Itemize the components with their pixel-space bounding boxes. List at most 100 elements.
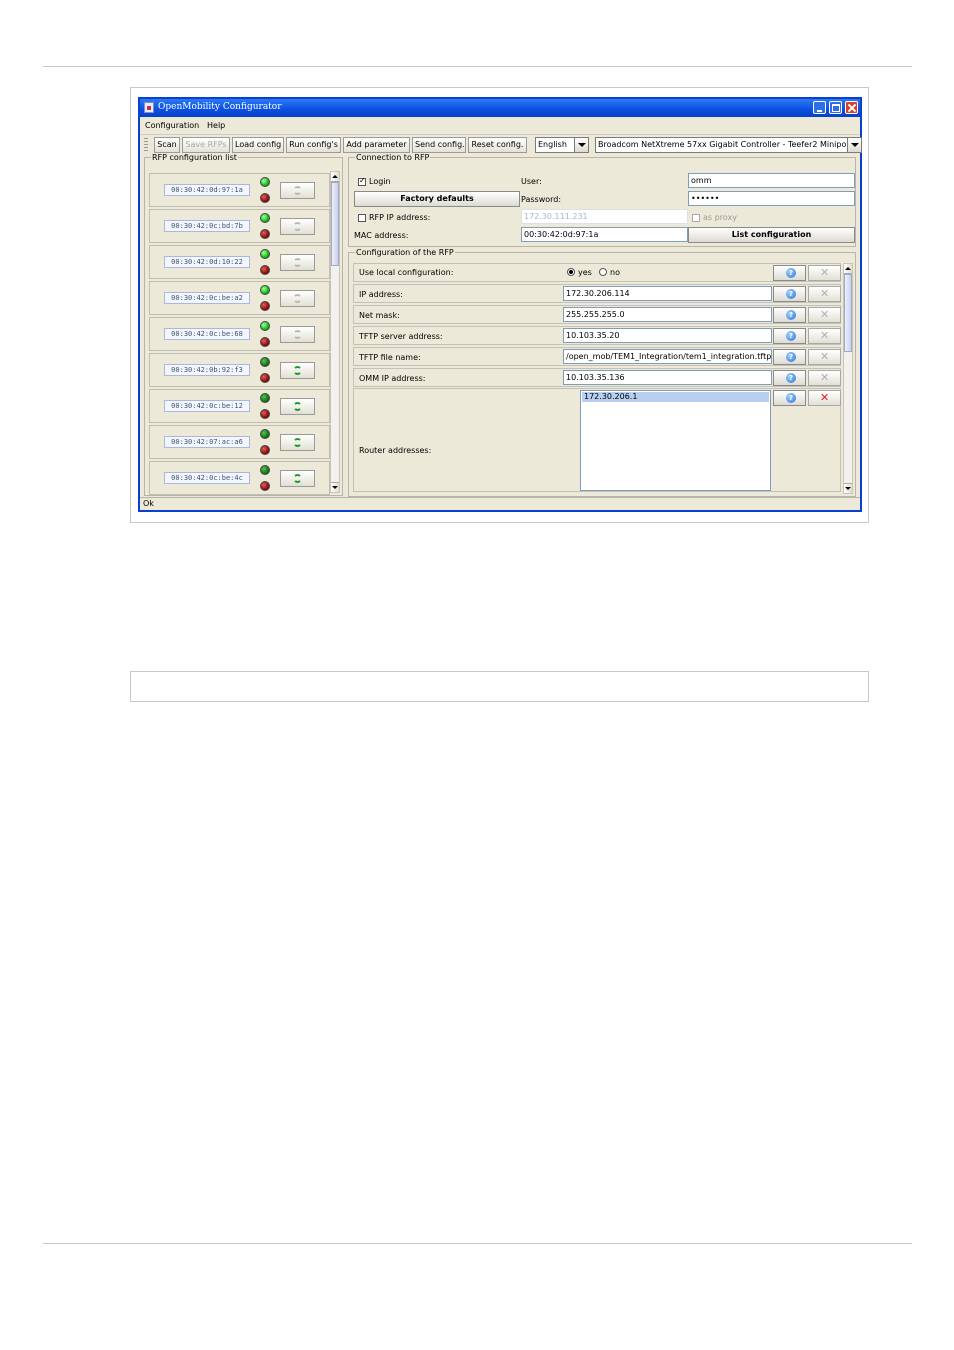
sync-button[interactable] [280,290,315,307]
chevron-down-icon[interactable] [574,138,588,152]
parameter-value-input[interactable]: /open_mob/TEM1_Integration/tem1_integrat… [563,349,772,364]
rfp-mac-address[interactable]: 00:30:42:0d:10:22 [164,256,250,268]
rfp-list-scrollbar[interactable] [330,171,340,493]
as-proxy-checkbox[interactable] [692,214,700,222]
password-label: Password: [521,195,562,204]
login-checkbox[interactable] [358,176,366,186]
scroll-thumb[interactable] [844,274,852,352]
rfp-configuration-panel: Configuration of the RFP Use local confi… [348,248,856,497]
reset-config-button[interactable]: Reset config. [468,137,527,153]
maximize-button[interactable] [829,101,842,114]
rfp-mac-address[interactable]: 00:30:42:07:ac:a6 [164,436,250,448]
help-button[interactable]: ? [773,286,806,302]
sync-button[interactable] [280,362,315,379]
rfp-list-item[interactable]: 00:30:42:0c:bd:7b [149,209,330,243]
scroll-thumb[interactable] [331,182,339,266]
language-select[interactable]: English [535,137,589,153]
help-button[interactable]: ? [773,390,806,406]
rfp-mac-address[interactable]: 00:30:42:0b:92:f3 [164,364,250,376]
rfp-ip-input[interactable]: 172.30.111.231 [521,209,688,224]
configuration-scrollbar[interactable] [843,263,853,494]
as-proxy-label: as proxy [703,213,737,222]
close-button[interactable] [845,101,858,114]
delete-x-icon: ✕ [820,308,830,321]
help-button[interactable]: ? [773,370,806,386]
scroll-up-arrow-icon[interactable] [844,264,852,274]
delete-x-icon: ✕ [820,329,830,342]
help-button[interactable]: ? [773,265,806,281]
menu-configuration[interactable]: Configuration [145,121,199,130]
rfp-list-item[interactable]: 00:30:42:0c:be:4c [149,461,330,495]
user-input[interactable]: omm [688,173,855,188]
minimize-button[interactable] [813,101,826,114]
sync-button[interactable] [280,254,315,271]
rfp-mac-address[interactable]: 00:30:42:0c:be:68 [164,328,250,340]
delete-button[interactable]: ✕ [808,265,841,281]
delete-button[interactable]: ✕ [808,328,841,344]
sync-button[interactable] [280,218,315,235]
chevron-down-icon[interactable] [847,138,861,152]
list-configuration-button[interactable]: List configuration [688,227,855,243]
rfp-mac-address[interactable]: 00:30:42:0c:bd:7b [164,220,250,232]
rfp-mac-address[interactable]: 00:30:42:0c:be:4c [164,472,250,484]
delete-button[interactable]: ✕ [808,349,841,365]
scroll-down-arrow-icon[interactable] [331,482,339,492]
sync-button[interactable] [280,398,315,415]
rfp-list-item[interactable]: 00:30:42:0d:97:1a [149,173,330,207]
rfp-list-item[interactable]: 00:30:42:07:ac:a6 [149,425,330,459]
scroll-down-arrow-icon[interactable] [844,483,852,493]
help-button[interactable]: ? [773,328,806,344]
network-interface-select[interactable]: Broadcom NetXtreme 57xx Gigabit Controll… [595,137,862,153]
help-icon: ? [786,310,796,320]
rfp-list-item[interactable]: 00:30:42:0b:92:f3 [149,353,330,387]
user-label: User: [521,177,542,186]
password-input[interactable]: •••••• [688,191,855,206]
rfp-list-item[interactable]: 00:30:42:0c:be:68 [149,317,330,351]
rfp-list-item[interactable]: 00:30:42:0d:10:22 [149,245,330,279]
help-button[interactable]: ? [773,307,806,323]
help-icon: ? [786,331,796,341]
status-led-icon [260,357,270,367]
refresh-icon [293,222,302,231]
help-button[interactable]: ? [773,349,806,365]
scan-button[interactable]: Scan [154,137,180,153]
load-config-button[interactable]: Load config [232,137,284,153]
sync-button[interactable] [280,470,315,487]
sync-button[interactable] [280,182,315,199]
parameter-label: TFTP server address: [359,332,443,341]
parameter-value-input[interactable]: 172.30.206.114 [563,286,772,301]
run-configs-button[interactable]: Run config's [286,137,341,153]
rfp-list-item[interactable]: 00:30:42:0c:be:a2 [149,281,330,315]
delete-button[interactable]: ✕ [808,307,841,323]
router-addresses-label: Router addresses: [359,446,432,455]
app-window: OpenMobility Configurator Configuration … [138,97,862,512]
status-led-icon [260,193,270,203]
router-addresses-row: Router addresses: 172.30.206.1 ? ✕ [353,388,841,492]
parameter-value-input[interactable]: 255.255.255.0 [563,307,772,322]
title-bar[interactable]: OpenMobility Configurator [140,99,860,117]
use-local-yes-radio[interactable] [567,268,575,276]
rfp-mac-address[interactable]: 00:30:42:0c:be:a2 [164,292,250,304]
mac-address-input[interactable]: 00:30:42:0d:97:1a [521,227,688,242]
delete-button[interactable]: ✕ [808,286,841,302]
parameter-value-input[interactable]: 10.103.35.136 [563,370,772,385]
rfp-mac-address[interactable]: 00:30:42:0d:97:1a [164,184,250,196]
rfp-ip-checkbox[interactable] [358,214,366,222]
toolbar-grip[interactable] [144,138,148,152]
delete-router-button[interactable]: ✕ [808,390,841,406]
rfp-list-item[interactable]: 00:30:42:0c:be:12 [149,389,330,423]
router-addresses-list[interactable]: 172.30.206.1 [580,390,771,491]
send-config-button[interactable]: Send config. [412,137,466,153]
rfp-mac-address[interactable]: 00:30:42:0c:be:12 [164,400,250,412]
sync-button[interactable] [280,434,315,451]
scroll-up-arrow-icon[interactable] [331,172,339,182]
factory-defaults-button[interactable]: Factory defaults [354,191,520,207]
add-parameter-button[interactable]: Add parameter [343,137,410,153]
use-local-no-radio[interactable] [599,268,607,276]
router-address-item[interactable]: 172.30.206.1 [582,392,769,402]
parameter-value-input[interactable]: 10.103.35.20 [563,328,772,343]
delete-button[interactable]: ✕ [808,370,841,386]
menu-help[interactable]: Help [207,121,225,130]
sync-button[interactable] [280,326,315,343]
save-rfps-button[interactable]: Save RFPs [182,137,230,153]
